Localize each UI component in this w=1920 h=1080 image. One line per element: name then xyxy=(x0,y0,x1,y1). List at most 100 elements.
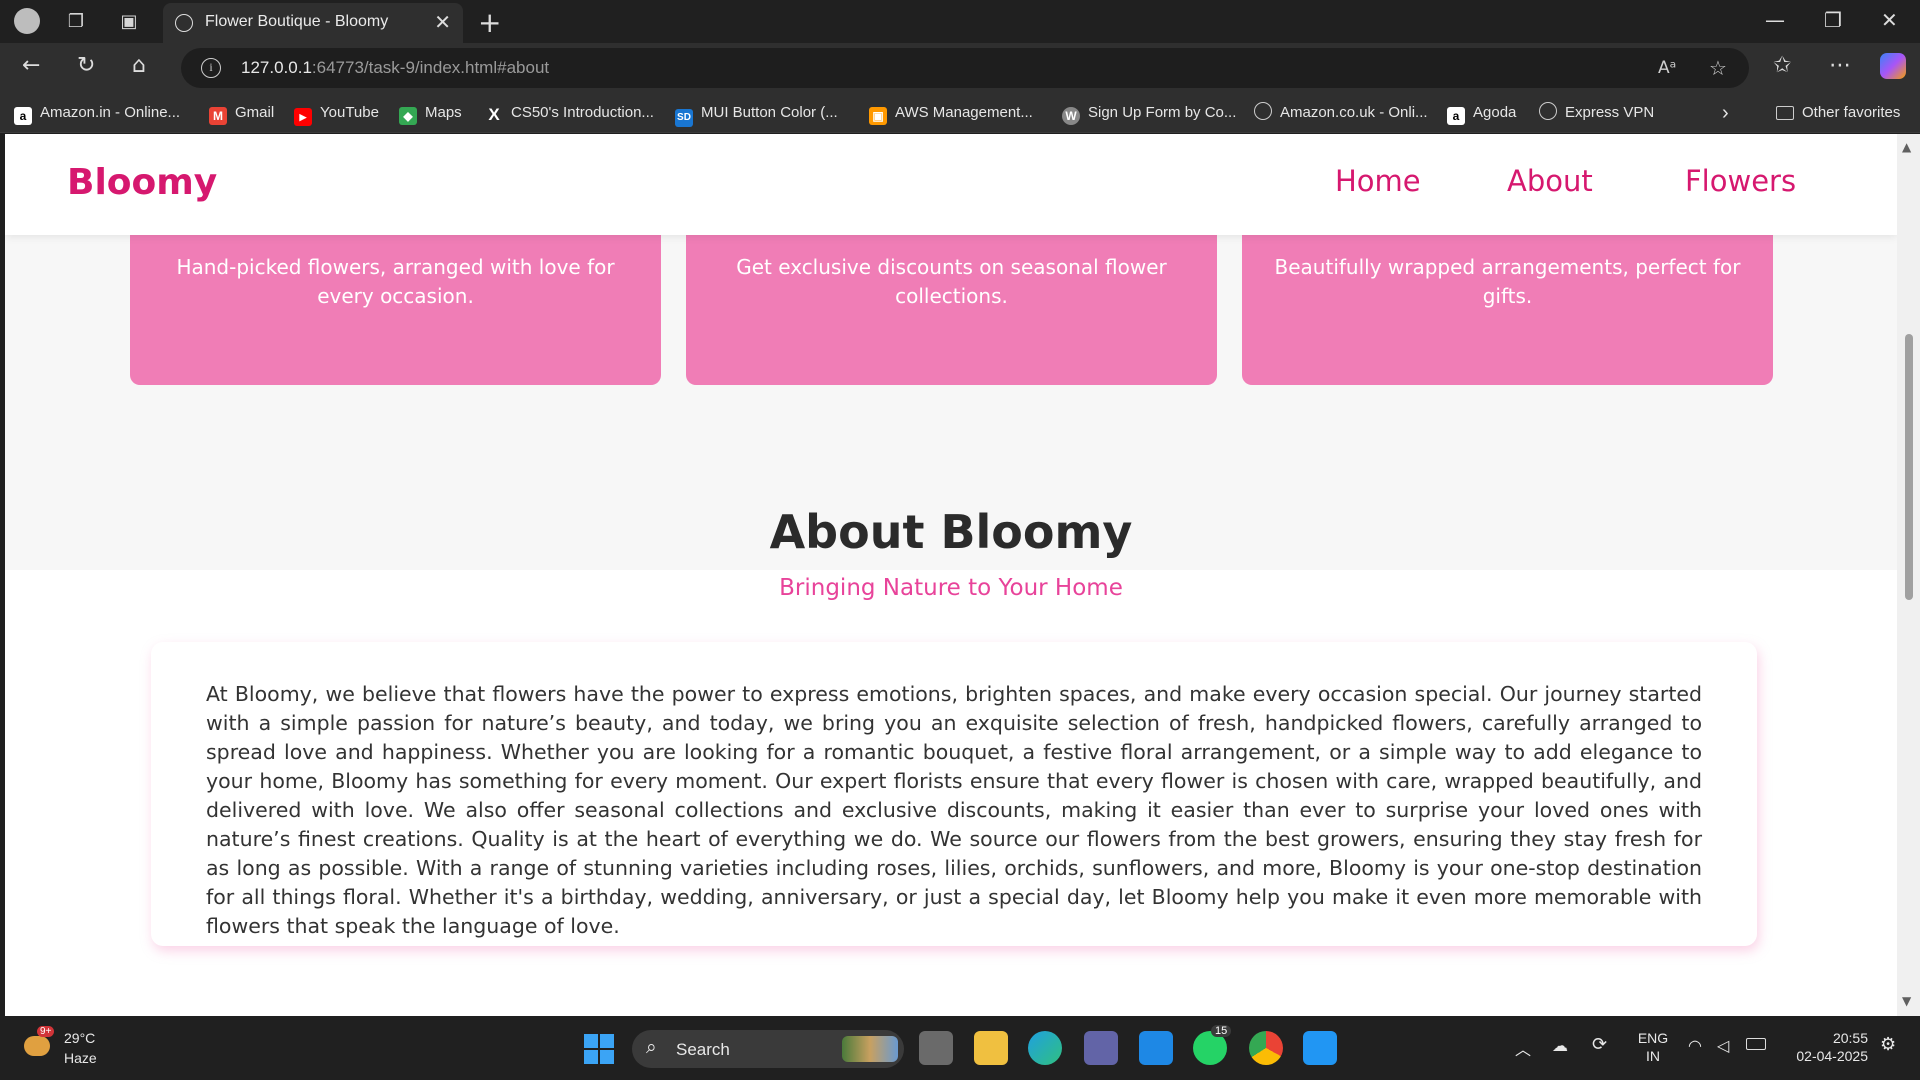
search-highlight-image xyxy=(842,1036,898,1062)
edge-icon[interactable] xyxy=(1028,1031,1062,1065)
bookmarks-overflow-chevron-icon[interactable]: › xyxy=(1722,102,1729,124)
read-aloud-icon[interactable]: Aᵃ xyxy=(1658,58,1676,78)
weather-icon xyxy=(24,1036,50,1056)
favorites-icon[interactable]: ✩ xyxy=(1773,53,1791,78)
search-label: Search xyxy=(676,1040,730,1059)
whatsapp-badge: 15 xyxy=(1211,1025,1232,1037)
nav-about[interactable]: About xyxy=(1507,164,1593,198)
address-bar[interactable]: i 127.0.0.1:64773/task-9/index.html#abou… xyxy=(181,48,1749,88)
page-scrollbar[interactable]: ▲ ▼ xyxy=(1897,134,1920,1016)
wordpress-icon: W xyxy=(1062,107,1080,125)
photos-icon[interactable] xyxy=(1303,1031,1337,1065)
folder-icon xyxy=(1776,106,1794,120)
more-menu-icon[interactable]: ⋯ xyxy=(1829,53,1851,78)
language-indicator[interactable]: ENG IN xyxy=(1635,1030,1671,1064)
windows-taskbar: 9+ 29°C Haze ⌕ Search 15 ︿ ☁ ⟳ ENG IN ◠ … xyxy=(0,1016,1920,1080)
bookmark-amazon-uk[interactable]: Amazon.co.uk - Onli... xyxy=(1254,102,1428,124)
volume-icon[interactable]: ◁ xyxy=(1717,1036,1729,1056)
gmail-icon: M xyxy=(209,107,227,125)
youtube-icon: ▶ xyxy=(294,108,312,126)
browser-title-bar: ❐ ▣ Flower Boutique - Bloomy ✕ + — ❐ ✕ xyxy=(0,0,1920,43)
close-window-icon[interactable]: ✕ xyxy=(1881,8,1898,32)
clock-time: 20:55 xyxy=(1832,1030,1868,1046)
aws-icon: ▣ xyxy=(869,107,887,125)
sd-icon: SD xyxy=(675,109,693,127)
feature-text: Beautifully wrapped arrangements, perfec… xyxy=(1274,255,1741,308)
vertical-tabs-icon[interactable]: ▣ xyxy=(115,8,143,36)
feature-card: Get exclusive discounts on seasonal flow… xyxy=(686,235,1217,385)
teams-icon[interactable] xyxy=(1084,1031,1118,1065)
globe-icon xyxy=(1539,102,1557,120)
bookmark-agoda[interactable]: a Agoda xyxy=(1447,102,1516,125)
chrome-icon[interactable] xyxy=(1249,1031,1283,1065)
site-header: Bloomy Home About Flowers xyxy=(5,134,1897,235)
new-tab-icon[interactable]: + xyxy=(478,6,501,39)
nav-home[interactable]: Home xyxy=(1335,164,1421,198)
bookmark-gmail[interactable]: M Gmail xyxy=(209,102,274,125)
search-icon: ⌕ xyxy=(646,1037,657,1058)
bookmark-signup-form[interactable]: W Sign Up Form by Co... xyxy=(1062,102,1236,125)
workspaces-icon[interactable]: ❐ xyxy=(62,8,90,36)
onedrive-icon[interactable]: ☁ xyxy=(1552,1036,1568,1056)
copilot-icon[interactable] xyxy=(1880,53,1906,85)
profile-avatar-icon[interactable] xyxy=(13,8,41,36)
nav-flowers[interactable]: Flowers xyxy=(1685,164,1796,198)
about-subtitle: Bringing Nature to Your Home xyxy=(779,575,1123,601)
language-code: ENG xyxy=(1637,1030,1669,1046)
wifi-icon[interactable]: ◠ xyxy=(1688,1036,1702,1056)
scroll-up-icon[interactable]: ▲ xyxy=(1902,140,1911,154)
taskbar-search[interactable]: ⌕ Search xyxy=(632,1030,904,1068)
notifications-icon[interactable]: ⚙ xyxy=(1880,1034,1896,1055)
x-icon: X xyxy=(488,105,500,124)
clock[interactable]: 20:55 02-04-2025 xyxy=(1782,1030,1868,1064)
bookmark-amazon-in[interactable]: a Amazon.in - Online... xyxy=(14,102,180,125)
clock-date: 02-04-2025 xyxy=(1796,1048,1868,1064)
other-favorites[interactable]: Other favorites xyxy=(1776,102,1900,124)
file-explorer-icon[interactable] xyxy=(974,1031,1008,1065)
url-text: 127.0.0.1:64773/task-9/index.html#about xyxy=(241,58,550,77)
feature-card: Beautifully wrapped arrangements, perfec… xyxy=(1242,235,1773,385)
weather-widget[interactable]: 9+ 29°C Haze xyxy=(20,1026,110,1070)
tab-title: Flower Boutique - Bloomy xyxy=(205,13,389,30)
sync-icon[interactable]: ⟳ xyxy=(1592,1034,1607,1055)
bookmarks-bar: a Amazon.in - Online... M Gmail ▶ YouTube ◆… xyxy=(0,93,1920,133)
amazon-icon: a xyxy=(14,107,32,125)
site-info-icon[interactable]: i xyxy=(201,58,221,78)
tab-active[interactable]: Flower Boutique - Bloomy ✕ xyxy=(163,3,463,43)
weather-desc: Haze xyxy=(64,1050,97,1066)
agoda-icon: a xyxy=(1447,107,1465,125)
globe-icon xyxy=(175,14,193,32)
feature-text: Get exclusive discounts on seasonal flow… xyxy=(736,255,1167,308)
about-card: At Bloomy, we believe that flowers have … xyxy=(151,642,1757,946)
close-tab-icon[interactable]: ✕ xyxy=(434,10,451,34)
tray-chevron-icon[interactable]: ︿ xyxy=(1515,1036,1531,1060)
home-icon[interactable]: ⌂ xyxy=(132,53,146,78)
maps-icon: ◆ xyxy=(399,107,417,125)
scroll-down-icon[interactable]: ▼ xyxy=(1902,994,1911,1008)
weather-temp: 29°C xyxy=(64,1030,96,1046)
page-viewport: Bloomy Home About Flowers Hand-picked fl… xyxy=(5,134,1897,1016)
bookmark-cs50[interactable]: X CS50's Introduction... xyxy=(485,102,654,124)
refresh-icon[interactable]: ↻ xyxy=(77,53,95,78)
about-title: About Bloomy xyxy=(769,505,1133,559)
bookmark-aws[interactable]: ▣ AWS Management... xyxy=(869,102,1033,125)
bookmark-express-vpn[interactable]: Express VPN xyxy=(1539,102,1654,124)
browser-toolbar: ← ↻ ⌂ i 127.0.0.1:64773/task-9/index.htm… xyxy=(0,43,1920,93)
feature-text: Hand-picked flowers, arranged with love … xyxy=(176,255,615,308)
feature-card: Hand-picked flowers, arranged with love … xyxy=(130,235,661,385)
windows-start-icon[interactable] xyxy=(584,1034,614,1064)
minimize-icon[interactable]: — xyxy=(1765,8,1785,32)
bookmark-youtube[interactable]: ▶ YouTube xyxy=(294,102,379,126)
scrollbar-thumb[interactable] xyxy=(1905,334,1913,600)
battery-icon[interactable] xyxy=(1746,1038,1766,1050)
task-view-icon[interactable] xyxy=(919,1031,953,1065)
restore-icon[interactable]: ❐ xyxy=(1824,8,1842,32)
vscode-icon[interactable] xyxy=(1139,1031,1173,1065)
bookmark-mui[interactable]: SD MUI Button Color (... xyxy=(675,102,838,127)
bookmark-maps[interactable]: ◆ Maps xyxy=(399,102,462,125)
about-text: At Bloomy, we believe that flowers have … xyxy=(206,682,1702,938)
whatsapp-icon[interactable]: 15 xyxy=(1193,1025,1232,1065)
back-icon[interactable]: ← xyxy=(22,53,40,78)
favorite-star-icon[interactable]: ☆ xyxy=(1709,56,1727,80)
site-logo[interactable]: Bloomy xyxy=(67,162,217,203)
